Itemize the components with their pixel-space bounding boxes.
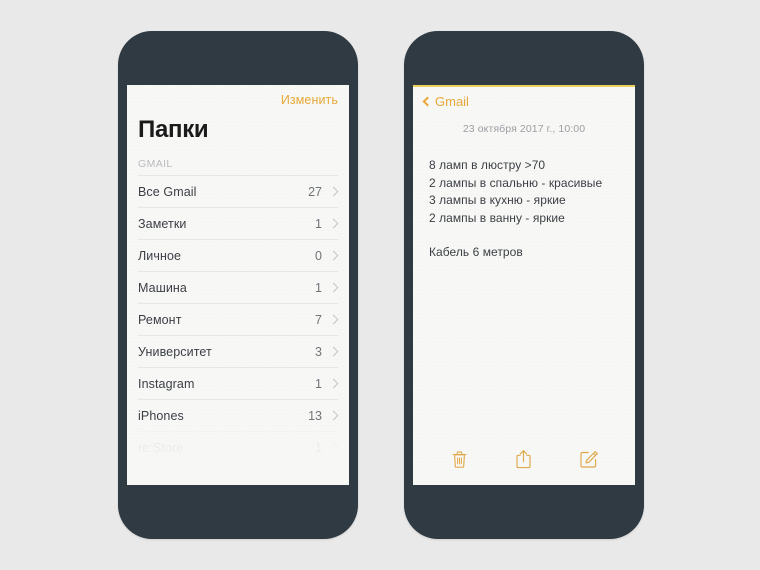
- table-row[interactable]: Все Gmail 27: [138, 175, 339, 207]
- note-line: 3 лампы в кухню - яркие: [429, 193, 566, 207]
- folder-count: 1: [315, 376, 322, 391]
- table-row[interactable]: Заметки 1: [138, 207, 339, 239]
- chevron-left-icon: [422, 96, 433, 107]
- chevron-right-icon: [328, 314, 339, 325]
- canvas: Изменить Папки GMAIL Все Gmail 27 Заметк…: [0, 0, 760, 570]
- folder-count: 3: [315, 344, 322, 359]
- note-toolbar: [413, 439, 635, 485]
- edit-button[interactable]: Изменить: [281, 93, 338, 107]
- trash-icon: [452, 450, 467, 468]
- back-button-label: Gmail: [435, 94, 469, 109]
- table-row[interactable]: Instagram 1: [138, 367, 339, 399]
- share-icon: [516, 450, 532, 469]
- chevron-right-icon: [328, 186, 339, 197]
- chevron-right-icon: [328, 410, 339, 421]
- section-header-gmail: GMAIL: [138, 158, 173, 170]
- chevron-right-icon: [328, 346, 339, 357]
- folder-count: 13: [308, 408, 322, 423]
- chevron-right-icon: [328, 250, 339, 261]
- table-row[interactable]: iPhones 13: [138, 399, 339, 431]
- folder-count: 7: [315, 312, 322, 327]
- folder-name: Университет: [138, 344, 212, 359]
- folder-name: Все Gmail: [138, 184, 197, 199]
- phone-right: Gmail 23 октября 2017 г., 10:00 8 ламп в…: [404, 31, 644, 539]
- folder-name: Личное: [138, 248, 182, 263]
- table-row[interactable]: Университет 3: [138, 335, 339, 367]
- folder-name: iPhones: [138, 408, 184, 423]
- note-line: 8 ламп в люстру >70: [429, 158, 546, 172]
- back-button[interactable]: Gmail: [413, 85, 635, 109]
- folder-count: 1: [315, 280, 322, 295]
- folder-name: Ремонт: [138, 312, 182, 327]
- chevron-right-icon: [328, 378, 339, 389]
- table-row[interactable]: Машина 1: [138, 271, 339, 303]
- folders-nav-bar: Изменить: [127, 85, 349, 115]
- folder-count: 1: [315, 216, 322, 231]
- compose-icon: [580, 451, 598, 468]
- note-blank-line: [429, 227, 619, 244]
- table-row[interactable]: Личное 0: [138, 239, 339, 271]
- folder-name: Машина: [138, 280, 187, 295]
- compose-button[interactable]: [572, 444, 606, 474]
- chevron-right-icon: [328, 282, 339, 293]
- share-button[interactable]: [507, 444, 541, 474]
- table-row[interactable]: Ремонт 7: [138, 303, 339, 335]
- folder-count: 27: [308, 184, 322, 199]
- note-body[interactable]: 8 ламп в люстру >70 2 лампы в спальню - …: [413, 135, 635, 262]
- screen-folders: Изменить Папки GMAIL Все Gmail 27 Заметк…: [127, 85, 349, 485]
- phone-left: Изменить Папки GMAIL Все Gmail 27 Заметк…: [118, 31, 358, 539]
- folder-name: Instagram: [138, 376, 195, 391]
- chevron-right-icon: [328, 218, 339, 229]
- folder-count: 0: [315, 248, 322, 263]
- screen-note-detail: Gmail 23 октября 2017 г., 10:00 8 ламп в…: [413, 85, 635, 485]
- top-accent-rule: [413, 85, 635, 87]
- folder-name: Заметки: [138, 216, 187, 231]
- list-fade-overlay: [127, 439, 349, 485]
- delete-button[interactable]: [442, 444, 476, 474]
- note-line: 2 лампы в спальню - красивые: [429, 175, 603, 190]
- folder-list: Все Gmail 27 Заметки 1 Личное 0 Машина 1…: [127, 175, 349, 463]
- note-timestamp: 23 октября 2017 г., 10:00: [462, 123, 586, 135]
- note-line: Кабель 6 метров: [429, 245, 523, 259]
- note-line: 2 лампы в ванну - яркие: [429, 210, 565, 225]
- page-title: Папки: [138, 116, 209, 143]
